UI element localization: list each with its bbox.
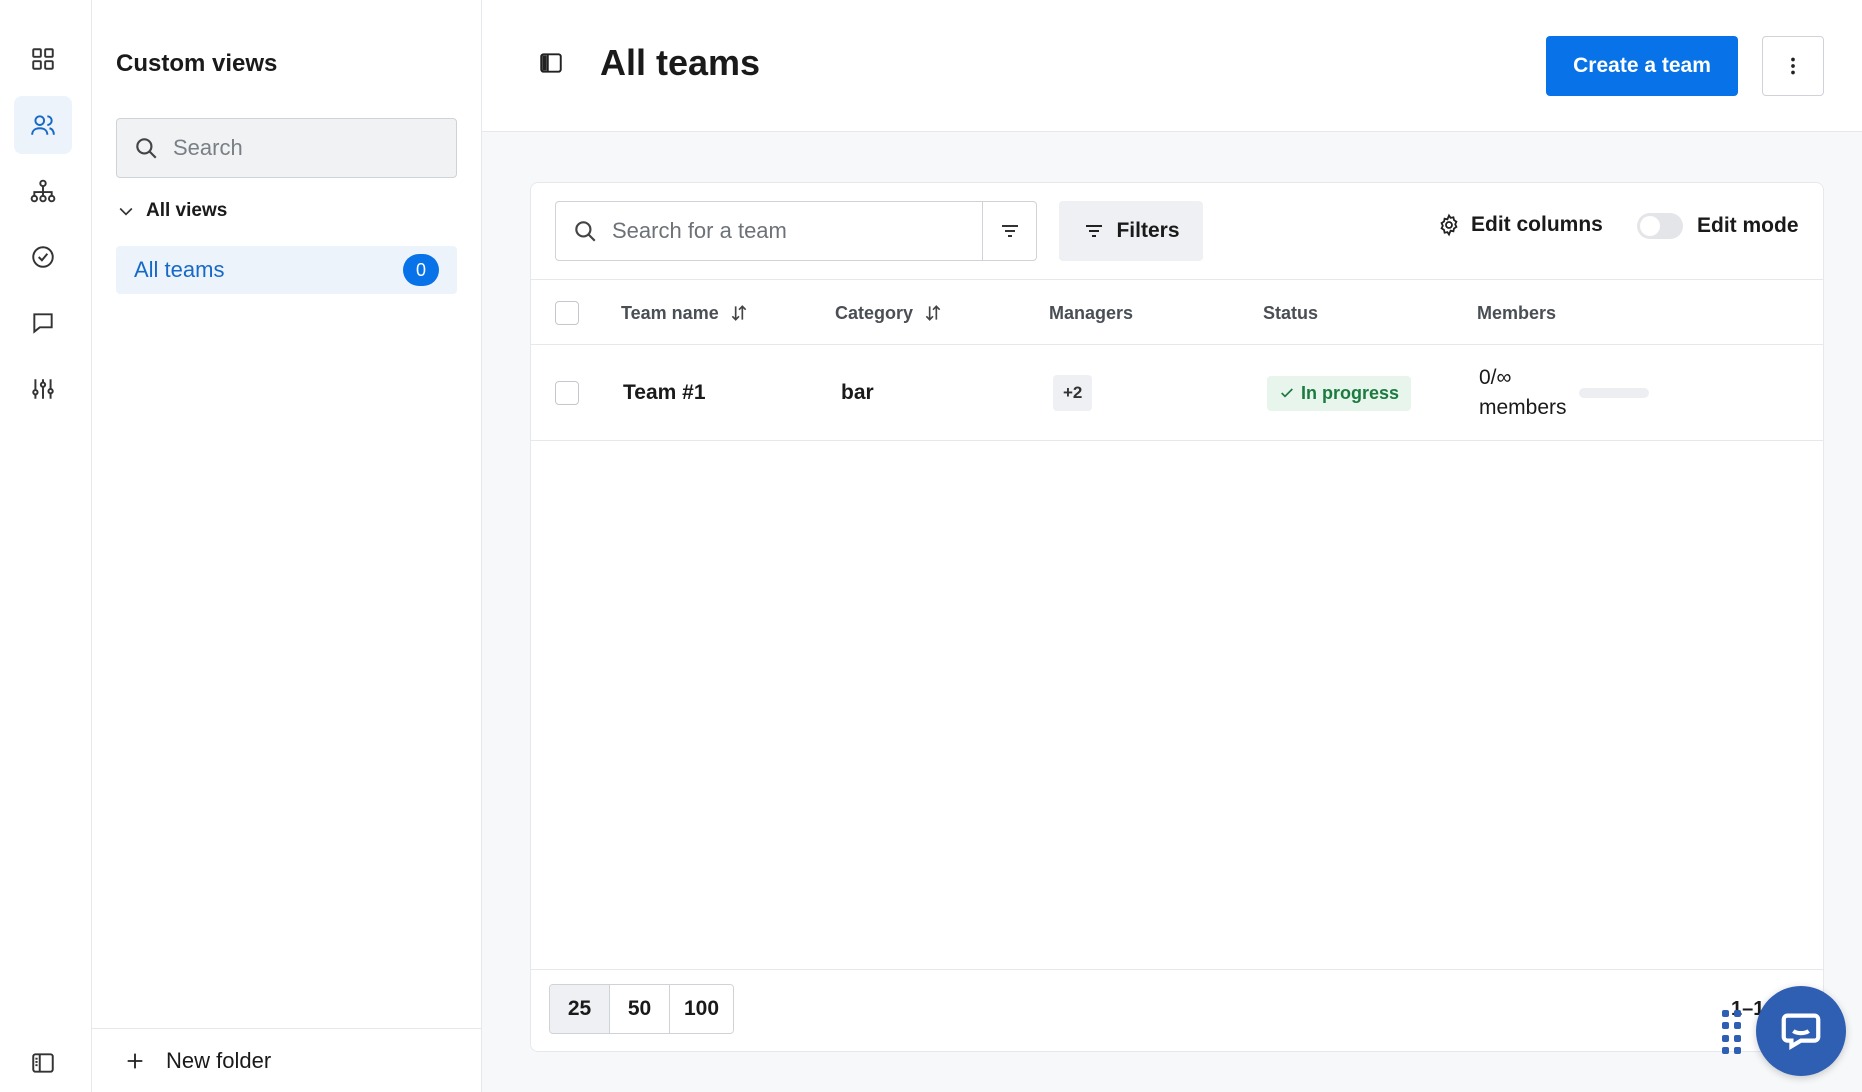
column-team-name[interactable]: Team name (621, 280, 749, 346)
status-cell: In progress (1267, 345, 1412, 441)
edit-mode-control: Edit mode (1637, 213, 1799, 239)
count-badge: 0 (403, 254, 439, 286)
managers-badge[interactable]: +2 (1053, 375, 1093, 411)
select-all-checkbox[interactable] (555, 301, 579, 325)
sort-icon (925, 305, 941, 321)
page-size-100[interactable]: 100 (670, 985, 734, 1033)
edit-mode-label: Edit mode (1697, 214, 1799, 237)
teams-table-card: Filters Edit columns Edit mode Team name… (530, 182, 1824, 1052)
select-all-cell (555, 280, 579, 346)
view-item-label: All teams (134, 257, 225, 282)
team-search-input[interactable] (612, 218, 972, 244)
more-vertical-icon (1791, 57, 1795, 75)
views-title: Custom views (116, 50, 278, 77)
members-cell: 0/∞ members (1479, 345, 1649, 441)
users-icon[interactable] (14, 96, 72, 154)
toggle-panel-icon[interactable] (538, 50, 564, 76)
column-status: Status (1263, 280, 1318, 346)
main-area: All teams Create a team Filters Edit col… (482, 0, 1862, 1092)
table-row[interactable]: Team #1 bar +2 In progress 0/∞ members (531, 345, 1823, 441)
view-item-all-teams[interactable]: All teams 0 (116, 246, 457, 294)
status-label: In progress (1301, 382, 1400, 403)
sort-icon (731, 305, 746, 321)
search-icon (575, 221, 596, 242)
all-views-toggle[interactable]: All views (116, 200, 227, 222)
members-unit: members (1479, 396, 1567, 419)
search-filter-button[interactable] (982, 202, 1036, 260)
all-views-label: All views (146, 200, 228, 221)
row-checkbox[interactable] (555, 381, 579, 405)
page-size-25[interactable]: 25 (550, 985, 610, 1033)
column-label: Members (1477, 302, 1557, 323)
chat-bubble-icon (1781, 1013, 1821, 1051)
edit-columns-button[interactable]: Edit columns (1437, 213, 1603, 237)
views-search-box[interactable] (116, 118, 457, 178)
column-label: Status (1263, 302, 1319, 323)
team-search-box[interactable] (555, 201, 1037, 261)
column-label: Category (835, 302, 914, 323)
chat-icon[interactable] (14, 294, 72, 352)
filters-label: Filters (1116, 219, 1180, 242)
icon-rail (0, 0, 92, 1092)
column-members: Members (1477, 280, 1556, 346)
column-category[interactable]: Category (835, 280, 943, 346)
new-folder-button[interactable]: New folder (92, 1028, 481, 1092)
chevron-down-icon (119, 207, 133, 216)
gear-icon (1440, 213, 1458, 237)
new-folder-label: New folder (166, 1047, 272, 1073)
page-size-selector: 25 50 100 (549, 984, 735, 1034)
support-chat-button[interactable] (1756, 986, 1846, 1076)
check-icon (1281, 388, 1293, 398)
page-size-50[interactable]: 50 (610, 985, 670, 1033)
more-options-button[interactable] (1762, 36, 1824, 96)
sliders-icon[interactable] (14, 360, 72, 418)
create-team-button[interactable]: Create a team (1546, 36, 1738, 96)
page-title: All teams (600, 42, 761, 83)
column-label: Team name (621, 302, 719, 323)
category-cell: bar (841, 381, 874, 404)
check-circle-icon[interactable] (14, 228, 72, 286)
collapse-sidebar-icon[interactable] (14, 1034, 72, 1092)
page-header: All teams Create a team (482, 0, 1862, 132)
views-search-input[interactable] (173, 135, 433, 161)
managers-cell: +2 (1053, 345, 1093, 441)
column-managers: Managers (1049, 280, 1133, 346)
custom-views-panel: Custom views All views All teams 0 New f… (92, 0, 482, 1092)
dashboard-icon[interactable] (14, 30, 72, 88)
table-header: Team name Category Managers Status Membe… (531, 279, 1823, 346)
drag-handle-icon[interactable] (1722, 1010, 1742, 1056)
filters-button[interactable]: Filters (1059, 201, 1203, 261)
members-text: 0/∞ members (1479, 363, 1567, 423)
edit-columns-label: Edit columns (1471, 213, 1603, 236)
edit-mode-toggle[interactable] (1637, 213, 1683, 239)
filter-lines-icon (1001, 225, 1018, 237)
members-progress-bar (1578, 388, 1649, 398)
plus-icon (127, 1053, 143, 1068)
search-icon (136, 138, 157, 159)
filter-lines-icon (1086, 225, 1103, 237)
table-footer: 25 50 100 1–1 (531, 969, 1823, 1051)
members-count: 0/∞ (1479, 366, 1512, 389)
team-name-cell[interactable]: Team #1 (623, 345, 706, 441)
column-label: Managers (1049, 302, 1134, 323)
status-badge: In progress (1267, 375, 1412, 411)
row-select-cell (555, 345, 579, 441)
org-chart-icon[interactable] (14, 162, 72, 220)
